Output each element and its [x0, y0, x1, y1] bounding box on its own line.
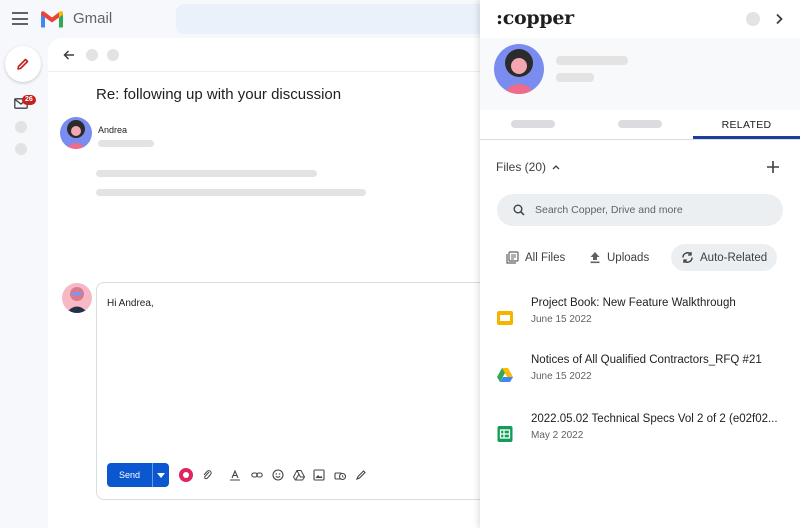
sender-avatar[interactable] — [60, 117, 92, 149]
main-menu-icon[interactable] — [12, 12, 28, 25]
tab-placeholder-2[interactable] — [586, 110, 693, 140]
my-avatar[interactable] — [62, 283, 92, 313]
rail-placeholder-dot[interactable] — [15, 121, 27, 133]
contact-detail-placeholder — [556, 73, 594, 82]
file-title: Project Book: New Feature Walkthrough — [531, 297, 736, 309]
message-view: Re: following up with your discussion An… — [48, 38, 480, 528]
contact-avatar[interactable] — [494, 44, 544, 94]
files-header-label: Files (20) — [496, 160, 547, 174]
drive-icon[interactable] — [293, 469, 305, 481]
add-file-icon[interactable] — [766, 160, 780, 174]
send-button[interactable]: Send — [107, 463, 169, 487]
person-avatar-icon — [502, 49, 536, 94]
filter-uploads-label: Uploads — [607, 251, 650, 264]
compose-button[interactable] — [5, 46, 41, 82]
contact-header — [480, 38, 800, 110]
unread-count-badge: 26 — [22, 95, 36, 105]
send-button-label: Send — [107, 463, 153, 487]
upload-icon — [590, 252, 600, 264]
chevron-right-icon[interactable] — [774, 12, 784, 26]
toolbar-placeholder-dot[interactable] — [107, 49, 119, 61]
attach-icon[interactable] — [201, 469, 213, 481]
person-avatar-icon — [66, 120, 86, 149]
copper-search-bar[interactable] — [497, 194, 783, 226]
slides-icon — [497, 311, 513, 325]
file-list-item[interactable]: Notices of All Qualified Contractors_RFQ… — [480, 354, 800, 404]
thread-subject: Re: following up with your discussion — [96, 86, 342, 103]
copper-logo-text: copper — [502, 7, 574, 29]
file-date: June 15 2022 — [531, 314, 592, 325]
reply-editor[interactable]: Hi Andrea, Send — [96, 282, 480, 500]
library-icon — [506, 251, 519, 264]
gmail-header: Gmail — [0, 0, 480, 38]
files-section-toggle[interactable]: Files (20) — [496, 160, 560, 174]
toolbar-placeholder-dot[interactable] — [86, 49, 98, 61]
file-title: 2022.05.02 Technical Specs Vol 2 of 2 (e… — [531, 413, 778, 425]
copper-search-input[interactable] — [535, 204, 765, 216]
back-arrow-icon[interactable] — [62, 48, 76, 62]
gmail-app-name: Gmail — [73, 10, 113, 27]
copper-sidebar: :copper RELATED Files (20) Search Copper… — [480, 0, 800, 528]
person-avatar-icon — [66, 287, 88, 313]
message-line-placeholder — [96, 189, 366, 196]
gmail-logo-icon — [41, 11, 63, 28]
copper-logo-dots: : — [496, 7, 503, 29]
filter-auto-related-label: Auto-Related — [700, 251, 768, 264]
file-list-item[interactable]: Project Book: New Feature Walkthrough Ju… — [480, 297, 800, 347]
sheets-icon — [497, 426, 513, 442]
chevron-up-icon — [552, 165, 560, 170]
insert-photo-icon[interactable] — [313, 469, 325, 481]
file-list-item[interactable]: 2022.05.02 Technical Specs Vol 2 of 2 (e… — [480, 413, 800, 463]
drive-icon — [497, 368, 513, 382]
file-date: May 2 2022 — [531, 430, 584, 441]
search-icon — [513, 204, 525, 216]
copper-logo-icon[interactable] — [179, 468, 193, 482]
filter-auto-related[interactable]: Auto-Related — [671, 244, 778, 271]
caret-down-icon — [157, 472, 165, 478]
sender-email-placeholder — [98, 140, 154, 147]
emoji-icon[interactable] — [272, 469, 284, 481]
message-line-placeholder — [96, 170, 317, 177]
active-tab-indicator — [693, 136, 800, 139]
filter-all-files[interactable]: All Files — [496, 244, 575, 271]
toolbar-divider — [48, 71, 480, 72]
sync-icon — [682, 252, 693, 263]
reply-body-text[interactable]: Hi Andrea, — [107, 298, 154, 309]
file-date: June 15 2022 — [531, 371, 592, 382]
link-icon[interactable] — [251, 469, 263, 481]
pencil-icon — [17, 58, 29, 70]
text-format-icon[interactable] — [229, 469, 241, 481]
rail-placeholder-dot[interactable] — [15, 143, 27, 155]
tab-placeholder-1[interactable] — [480, 110, 586, 140]
tab-label-placeholder — [511, 120, 555, 128]
tab-label-placeholder — [618, 120, 662, 128]
send-options-dropdown[interactable] — [153, 463, 169, 487]
copper-logo: :copper — [496, 7, 574, 29]
contact-name-placeholder — [556, 56, 628, 65]
filter-uploads[interactable]: Uploads — [579, 244, 659, 271]
signature-pen-icon[interactable] — [355, 469, 367, 481]
gmail-search-bar[interactable] — [176, 4, 480, 34]
confidential-mode-icon[interactable] — [334, 469, 346, 481]
filter-all-files-label: All Files — [525, 251, 566, 264]
app-root: Gmail 26 Re: following up with your disc… — [0, 0, 800, 528]
sender-name: Andrea — [98, 125, 128, 135]
file-title: Notices of All Qualified Contractors_RFQ… — [531, 354, 762, 366]
copper-placeholder-dot[interactable] — [746, 12, 760, 26]
